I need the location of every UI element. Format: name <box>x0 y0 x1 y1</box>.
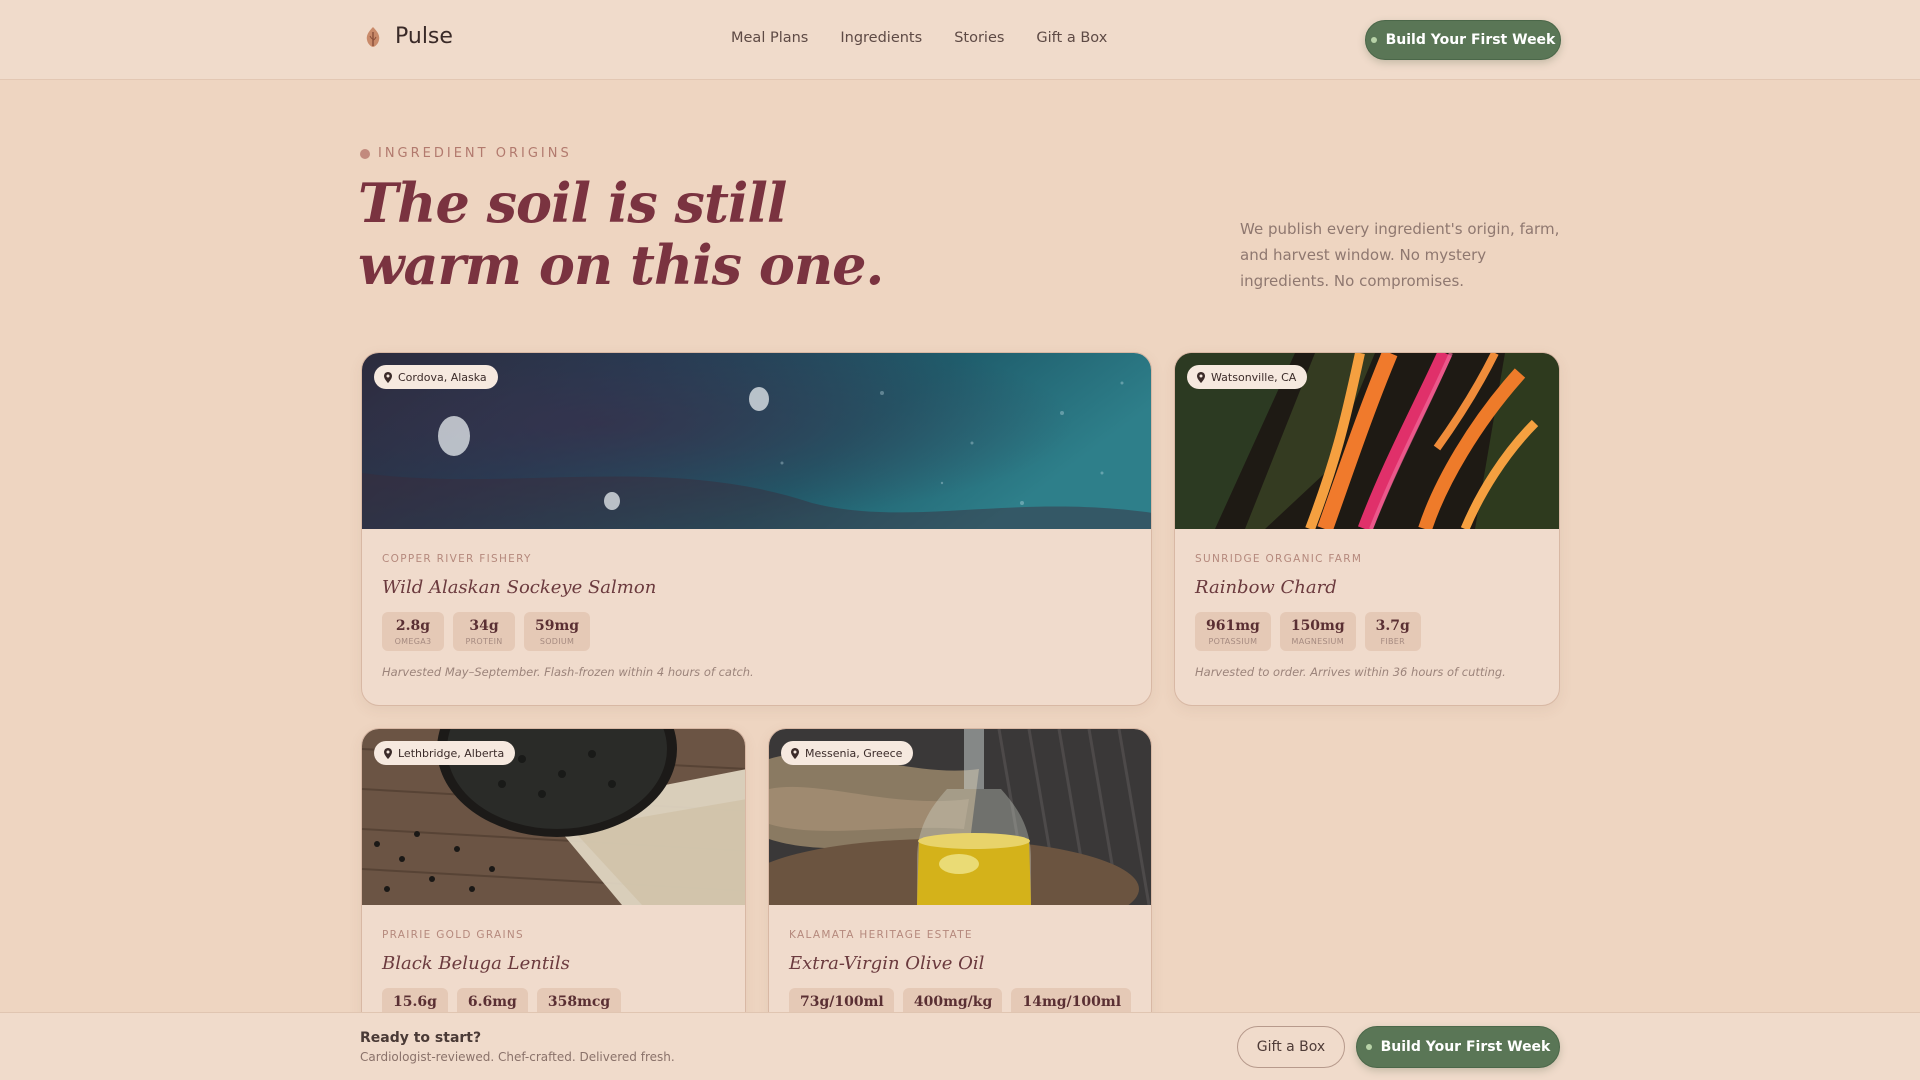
hero-title-line-2: warm on this one. <box>358 233 884 297</box>
nutrient-label: MAGNESIUM <box>1291 637 1344 646</box>
dot-icon <box>1370 37 1377 43</box>
location-label: Cordova, Alaska <box>398 370 487 384</box>
ingredient-card-chard[interactable]: Watsonville, CA SUNRIDGE ORGANIC FARM Ra… <box>1174 352 1560 706</box>
build-first-week-button-bottom[interactable]: Build Your First Week <box>1356 1026 1560 1068</box>
ingredient-name: Wild Alaskan Sockeye Salmon <box>382 577 657 598</box>
hero-description: We publish every ingredient's origin, fa… <box>1240 220 1560 290</box>
nutrient-value: 73g/100ml <box>800 994 884 1010</box>
location-label: Watsonville, CA <box>1211 370 1297 384</box>
nutrient-value: 400mg/kg <box>913 994 993 1010</box>
nav-gift-a-box[interactable]: Gift a Box <box>1036 30 1107 46</box>
nutrient-stat: 2.8g OMEGA3 <box>382 612 444 651</box>
build-first-week-button[interactable]: Build Your First Week <box>1365 20 1561 60</box>
location-badge: Messenia, Greece <box>781 741 914 765</box>
map-pin-icon <box>384 371 392 383</box>
nutrient-label: SODIUM <box>539 637 575 646</box>
nutrient-value: 3.7g <box>1375 618 1410 634</box>
nutrient-label: PROTEIN <box>465 637 503 646</box>
nutrient-label: OMEGA3 <box>394 637 432 646</box>
ingredient-name: Rainbow Chard <box>1195 577 1337 598</box>
location-badge: Cordova, Alaska <box>374 365 498 389</box>
main-nav: Meal Plans Ingredients Stories Gift a Bo… <box>731 30 1107 46</box>
nutrient-stat: 3.7g FIBER <box>1364 612 1421 651</box>
ingredient-card-lentils[interactable]: Lethbridge, Alberta PRAIRIE GOLD GRAINS … <box>361 728 746 1048</box>
ingredient-card-olive-oil[interactable]: Messenia, Greece KALAMATA HERITAGE ESTAT… <box>768 728 1152 1048</box>
source-label: COPPER RIVER FISHERY <box>382 553 532 565</box>
nav-ingredients[interactable]: Ingredients <box>840 30 922 46</box>
brand-name: Pulse <box>395 24 453 49</box>
nutrient-value: 15.6g <box>393 994 437 1010</box>
ingredient-name: Black Beluga Lentils <box>382 953 570 974</box>
hero-title-line-1: The soil is still <box>358 171 787 235</box>
dot-icon <box>360 148 370 159</box>
nutrient-value: 59mg <box>535 618 580 634</box>
location-badge: Watsonville, CA <box>1187 365 1308 389</box>
nutrient-stat: 34g PROTEIN <box>453 612 515 651</box>
nutrient-value: 14mg/100ml <box>1022 994 1122 1010</box>
eyebrow: INGREDIENT ORIGINS <box>360 146 572 161</box>
build-first-week-label: Build Your First Week <box>1380 1039 1551 1055</box>
ingredient-card-salmon[interactable]: Cordova, Alaska COPPER RIVER FISHERY Wil… <box>361 352 1152 706</box>
nutrient-stats: 2.8g OMEGA3 34g PROTEIN 59mg SODIUM <box>382 612 1131 651</box>
nutrient-stat: 961mg POTASSIUM <box>1195 612 1271 651</box>
nutrient-value: 358mcg <box>547 994 611 1010</box>
harvest-note: Harvested to order. Arrives within 36 ho… <box>1195 665 1506 679</box>
nutrient-label: POTASSIUM <box>1208 637 1258 646</box>
brand[interactable]: Pulse <box>363 24 453 49</box>
source-label: KALAMATA HERITAGE ESTATE <box>789 929 973 941</box>
nav-meal-plans[interactable]: Meal Plans <box>731 30 808 46</box>
sticky-cta-bar <box>0 1012 1920 1080</box>
nutrient-stats: 961mg POTASSIUM 150mg MAGNESIUM 3.7g FIBER <box>1195 612 1539 651</box>
nutrient-value: 961mg <box>1206 618 1260 634</box>
cta-bar-subtitle: Cardiologist-reviewed. Chef-crafted. Del… <box>360 1050 675 1064</box>
source-label: PRAIRIE GOLD GRAINS <box>382 929 525 941</box>
nutrient-value: 150mg <box>1290 618 1345 634</box>
ingredient-name: Extra-Virgin Olive Oil <box>789 953 985 974</box>
hero-title: The soil is still warm on this one. <box>358 172 918 296</box>
eyebrow-label: INGREDIENT ORIGINS <box>378 146 572 161</box>
nutrient-stat: 150mg MAGNESIUM <box>1279 612 1356 651</box>
dot-icon <box>1365 1044 1372 1050</box>
top-navigation-bar: Pulse Meal Plans Ingredients Stories Gif… <box>0 0 1920 80</box>
cta-bar-title: Ready to start? <box>360 1030 482 1046</box>
location-label: Messenia, Greece <box>805 746 903 760</box>
location-label: Lethbridge, Alberta <box>398 746 505 760</box>
leaf-logo-icon <box>366 26 380 47</box>
nutrient-value: 34g <box>469 618 499 634</box>
map-pin-icon <box>791 747 799 759</box>
location-badge: Lethbridge, Alberta <box>374 741 516 765</box>
nutrient-stat: 59mg SODIUM <box>524 612 591 651</box>
source-label: SUNRIDGE ORGANIC FARM <box>1195 553 1363 565</box>
map-pin-icon <box>384 747 392 759</box>
map-pin-icon <box>1197 371 1205 383</box>
gift-a-box-button[interactable]: Gift a Box <box>1237 1026 1345 1068</box>
build-first-week-label: Build Your First Week <box>1385 32 1556 48</box>
nutrient-value: 6.6mg <box>467 994 517 1010</box>
nutrient-value: 2.8g <box>395 618 431 634</box>
nutrient-label: FIBER <box>1380 637 1406 646</box>
nav-stories[interactable]: Stories <box>954 30 1004 46</box>
harvest-note: Harvested May–September. Flash-frozen wi… <box>382 665 754 679</box>
